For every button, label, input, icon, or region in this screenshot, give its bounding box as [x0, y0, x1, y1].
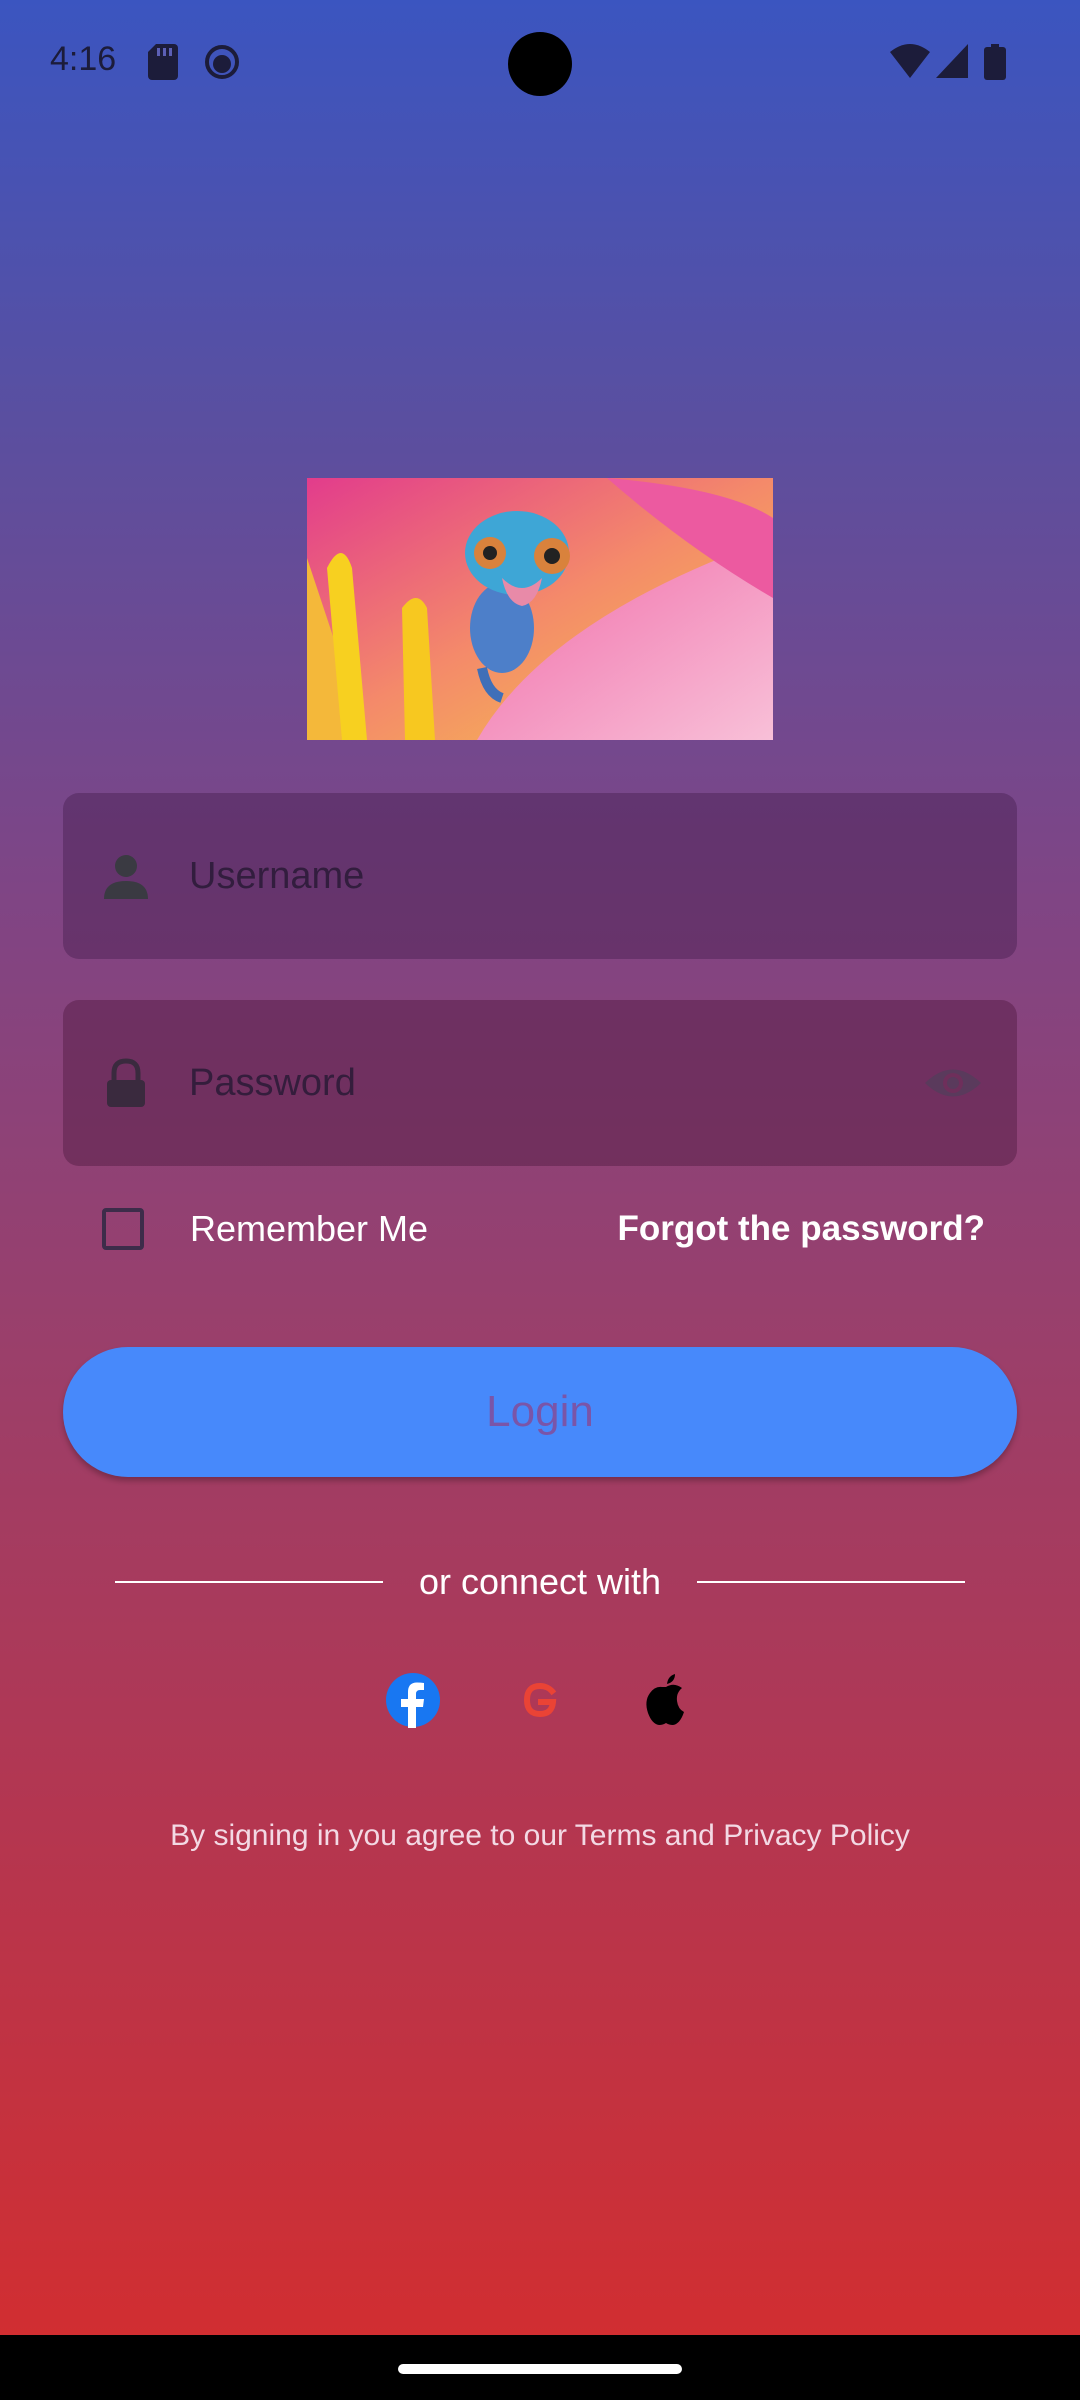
chameleon-hero-image: [307, 478, 773, 740]
remember-me-checkbox[interactable]: [102, 1208, 144, 1250]
login-screen: 4:16 Username Password Remember Me Forgo…: [0, 0, 1080, 2335]
notification-face-icon: [205, 45, 239, 79]
divider-right: [697, 1581, 965, 1583]
sd-card-icon: [148, 44, 178, 80]
apple-icon[interactable]: [638, 1672, 694, 1728]
eye-icon[interactable]: [923, 1058, 983, 1108]
password-input[interactable]: Password: [189, 1000, 356, 1166]
cell-signal-icon: [936, 44, 968, 78]
home-gesture-handle[interactable]: [398, 2364, 682, 2374]
status-time: 4:16: [50, 40, 117, 78]
forgot-password-link[interactable]: Forgot the password?: [618, 1208, 986, 1250]
login-button[interactable]: Login: [63, 1347, 1017, 1477]
wifi-icon: [890, 44, 930, 78]
battery-icon: [984, 44, 1006, 80]
username-field[interactable]: Username: [63, 793, 1017, 959]
remember-me-label[interactable]: Remember Me: [190, 1208, 428, 1250]
google-icon[interactable]: [512, 1672, 568, 1728]
front-camera-cutout: [508, 32, 572, 96]
terms-text: By signing in you agree to our Terms and…: [170, 1819, 910, 1852]
person-icon: [104, 855, 148, 899]
lock-icon: [107, 1058, 145, 1107]
password-field[interactable]: Password: [63, 1000, 1017, 1166]
facebook-icon[interactable]: [385, 1672, 441, 1728]
username-input[interactable]: Username: [189, 793, 364, 959]
